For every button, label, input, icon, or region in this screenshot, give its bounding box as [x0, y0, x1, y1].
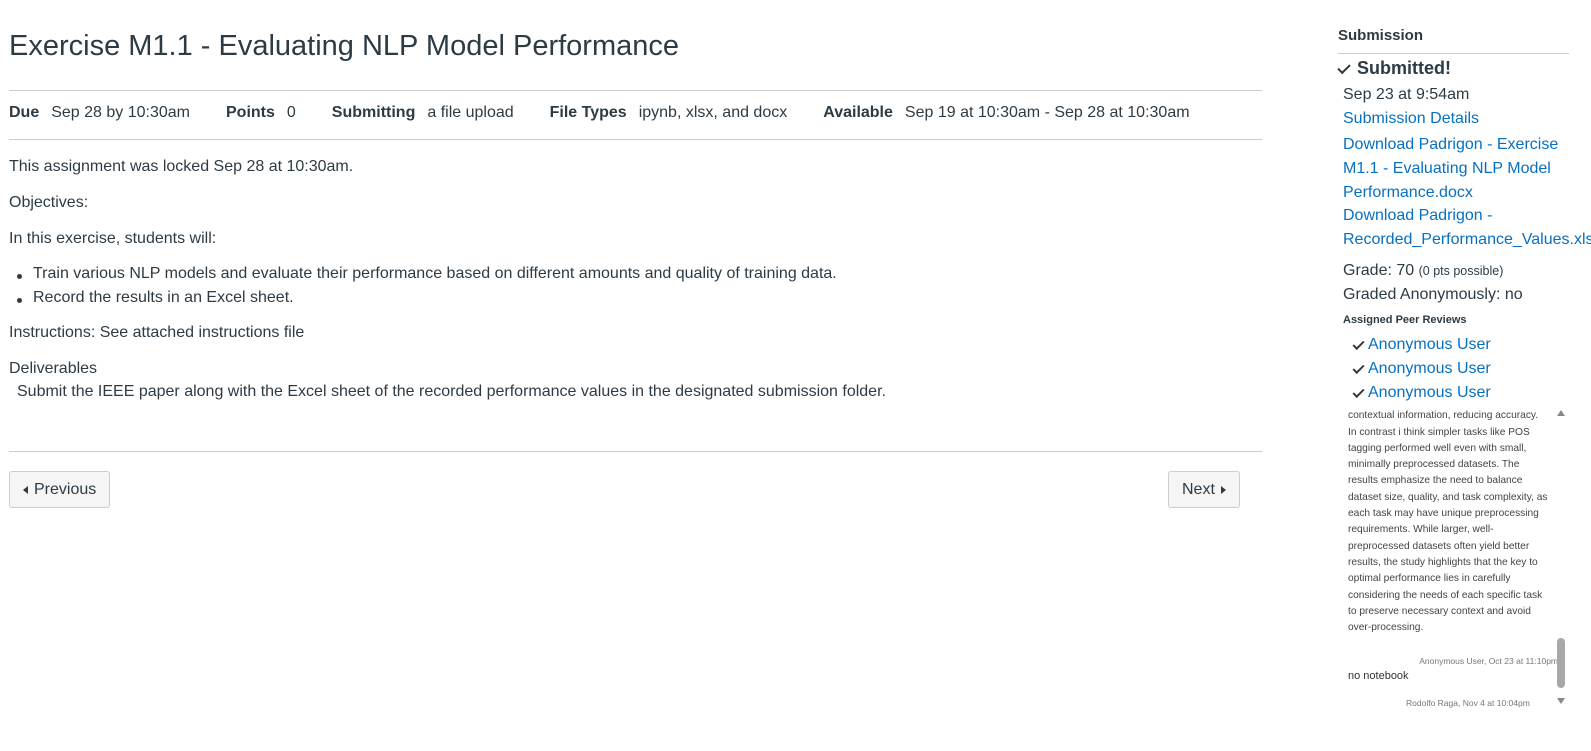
locked-notice: This assignment was locked Sep 28 at 10:… — [9, 158, 354, 175]
bullet-icon — [17, 274, 22, 279]
due-value: Sep 28 by 10:30am — [51, 104, 190, 121]
comment-meta: Anonymous User, Oct 23 at 11:10pm — [1419, 656, 1558, 666]
available-label: Available — [823, 104, 893, 121]
scroll-down-icon[interactable] — [1557, 698, 1565, 704]
peer-reviews-heading: Assigned Peer Reviews — [1343, 314, 1467, 326]
comments-panel[interactable]: summarization can remove important conte… — [1348, 406, 1558, 706]
submission-heading: Submission — [1338, 27, 1424, 44]
scrollbar-thumb[interactable] — [1557, 638, 1565, 688]
previous-button[interactable]: Previous — [9, 471, 111, 508]
divider — [9, 451, 1262, 452]
submission-status: Submitted! — [1337, 58, 1451, 79]
divider — [9, 90, 1262, 91]
graded-anonymously: Graded Anonymously: no — [1343, 286, 1523, 303]
caret-left-icon — [23, 485, 28, 494]
file-types-label: File Types — [549, 104, 627, 121]
peer-review-link[interactable]: Anonymous User — [1352, 360, 1491, 378]
intro-text: In this exercise, students will: — [9, 230, 217, 247]
check-icon — [1352, 337, 1365, 350]
caret-right-icon — [1220, 485, 1226, 494]
peer-review-link[interactable]: Anonymous User — [1352, 384, 1491, 402]
points-value: 0 — [286, 104, 296, 121]
submitting-label: Submitting — [331, 104, 416, 121]
instructions-text: Instructions: See attached instructions … — [9, 324, 305, 341]
points-label: Points — [226, 104, 275, 121]
assignment-details: Due Sep 28 by 10:30am Points 0 Submittin… — [9, 104, 1226, 122]
download-docx-link[interactable]: Download Padrigon - Exercise M1.1 - Eval… — [1343, 133, 1558, 205]
divider — [1338, 53, 1569, 54]
list-item: Train various NLP models and evaluate th… — [17, 265, 837, 289]
bullet-icon — [17, 298, 22, 303]
submission-date: Sep 23 at 9:54am — [1343, 86, 1470, 103]
submission-details-link[interactable]: Submission Details — [1343, 110, 1479, 128]
divider — [9, 139, 1262, 140]
comment-text: summarization can remove important conte… — [1348, 410, 1548, 634]
deliverables-text: Submit the IEEE paper along with the Exc… — [17, 383, 886, 400]
scroll-up-icon[interactable] — [1557, 410, 1565, 416]
file-types-value: ipynb, xlsx, and docx — [638, 104, 788, 121]
next-button[interactable]: Next — [1168, 471, 1240, 508]
check-icon — [1352, 361, 1365, 374]
check-icon — [1352, 385, 1365, 398]
grade-note: (0 pts possible) — [1418, 264, 1504, 278]
comments-scrollbar[interactable] — [1555, 406, 1567, 706]
comment-meta: Rodolfo Raga, Nov 4 at 10:04pm — [1406, 698, 1530, 708]
deliverables-label: Deliverables — [9, 360, 98, 377]
submitting-value: a file upload — [427, 104, 514, 121]
objectives-list: Train various NLP models and evaluate th… — [17, 265, 837, 313]
objectives-label: Objectives: — [9, 194, 89, 211]
list-item: Record the results in an Excel sheet. — [17, 289, 837, 313]
comment-text: no notebook — [1348, 670, 1409, 682]
available-value: Sep 19 at 10:30am - Sep 28 at 10:30am — [904, 104, 1190, 121]
page-title: Exercise M1.1 - Evaluating NLP Model Per… — [9, 30, 679, 62]
check-icon — [1337, 60, 1351, 74]
download-xlsx-link[interactable]: Download Padrigon - Recorded_Performance… — [1343, 204, 1591, 252]
grade: Grade: 70 (0 pts possible) — [1343, 262, 1504, 279]
due-label: Due — [9, 104, 40, 121]
peer-review-link[interactable]: Anonymous User — [1352, 336, 1491, 354]
